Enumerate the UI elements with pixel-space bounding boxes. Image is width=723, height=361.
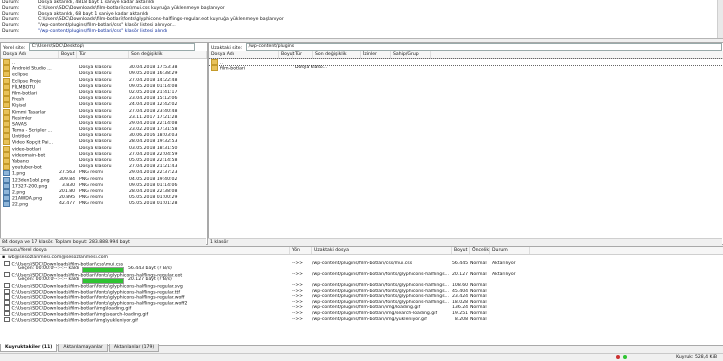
queue-local-path: C:\Users\SDC\Downloads\film-botlari\img\… [11, 317, 138, 323]
log-message: "/wp-content/plugins/film-botlari/css" k… [38, 23, 176, 29]
file-name: 22.png [12, 202, 29, 208]
folder-icon [3, 96, 10, 103]
folder-icon [3, 145, 10, 152]
remote-col-name[interactable]: Dosya Adı [209, 51, 279, 58]
remote-path-input[interactable]: /wp-content/plugins [245, 43, 722, 51]
file-icon [4, 316, 10, 323]
folder-icon [3, 89, 10, 96]
file-name: film-botlari [220, 66, 246, 72]
image-file-icon [3, 188, 10, 195]
local-file-list: .. Android Studio ... Dosya klasörü 30.04.2… [1, 59, 207, 229]
image-file-icon [3, 176, 10, 183]
remote-file-list: .. film-botlari Dosya klasö... [209, 57, 723, 72]
local-file-row[interactable]: 22.png 42.477 PNG resmi 05.05.2018 01:01:28 [1, 201, 207, 208]
queue-priority: Normal [470, 316, 487, 322]
file-type: Dosya klasö... [295, 65, 327, 71]
folder-icon [3, 59, 10, 65]
folder-icon [3, 133, 10, 140]
transfer-queue: Sunucu/Yerel dosya Yön Uzaktaki dosya Bo… [0, 246, 723, 346]
image-file-icon [3, 195, 10, 202]
local-col-date[interactable]: Son değişiklik [129, 51, 207, 58]
remote-col-date[interactable]: Son değişiklik [313, 51, 361, 58]
queue-col-status[interactable]: Durum [490, 247, 530, 254]
image-file-icon [3, 170, 10, 177]
folder-icon [3, 158, 10, 164]
queue-row[interactable]: C:\Users\SDC\Downloads\film-botlari\img\… [0, 316, 723, 323]
queue-direction: -->> [292, 316, 304, 322]
folder-icon [3, 127, 10, 134]
queue-col-priority[interactable]: Öncelik [470, 247, 490, 254]
image-file-icon [3, 182, 10, 189]
log-message: "/wp-content/plugins/film-botlari/css" k… [38, 28, 168, 34]
queue-col-size[interactable]: Boyut [452, 247, 470, 254]
local-col-size[interactable]: Boyut [59, 51, 77, 58]
remote-col-owner[interactable]: Sahip/Grup [391, 51, 431, 58]
folder-icon [3, 120, 10, 127]
folder-icon [3, 71, 10, 78]
remote-file-row[interactable]: film-botlari Dosya klasö... [209, 65, 723, 72]
file-size: 42.477 [59, 201, 75, 207]
local-col-type[interactable]: Tür [77, 51, 129, 58]
tab-successful[interactable]: Aktarılanlar (179) [108, 344, 160, 352]
remote-pane: Uzaktaki site: /wp-content/plugins Dosya… [208, 42, 723, 245]
folder-icon [3, 77, 10, 84]
tab-queued[interactable]: Kuyruktakiler (11) [0, 344, 58, 352]
remote-file-header: Dosya Adı Boyut Tür Son değişiklik İzinl… [209, 51, 723, 59]
queue-col-remote[interactable]: Uzaktaki dosya [312, 247, 452, 254]
queue-tabs: Kuyruktakiler (11) Aktarılamayanlar Aktarı… [0, 344, 160, 352]
message-log: Durum: Dosya aktarıldı, 4818 bayt 1 saniy… [0, 0, 723, 39]
log-message: Dosya aktarıldı, 68 bayt 1 saniye kadar … [38, 11, 149, 17]
status-light-icon [616, 355, 620, 359]
folder-icon [3, 114, 10, 121]
file-type: PNG resmi [79, 201, 103, 207]
queue-header: Sunucu/Yerel dosya Yön Uzaktaki dosya Bo… [0, 247, 723, 255]
remote-site-bar: Uzaktaki site: /wp-content/plugins [209, 43, 723, 51]
file-date: 05.05.2018 01:01:28 [129, 201, 178, 207]
log-label: Durum: [2, 28, 20, 34]
tab-failed[interactable]: Aktarılamayanlar [58, 344, 108, 352]
log-message: Dosya aktarıldı, 4818 bayt 1 saniye kada… [38, 0, 155, 5]
queue-col-direction[interactable]: Yön [290, 247, 312, 254]
local-site-bar: Yerel site: C:\Users\SDC\Desktop\ [1, 43, 207, 51]
image-file-icon [3, 201, 10, 208]
queue-remote-path: /wp-content/plugins/film-botlari/img/yuk… [312, 316, 427, 322]
remote-col-perms[interactable]: İzinler [361, 51, 391, 58]
local-file-header: Dosya Adı Boyut Tür Son değişiklik [1, 51, 207, 59]
log-entry: Durum: "/wp-content/plugins/film-botlari/… [0, 29, 723, 35]
log-message: C:\Users\SDC\Downloads\film-botlari\font… [38, 17, 284, 23]
folder-icon [211, 59, 218, 65]
log-message: C:\Users\SDC\Downloads\film-botlari\css\… [38, 5, 225, 11]
folder-icon [3, 151, 10, 158]
queue-col-local[interactable]: Sunucu/Yerel dosya [0, 247, 290, 254]
folder-icon [3, 108, 10, 115]
folder-icon [211, 65, 218, 72]
queue-size: 8.208 [454, 316, 468, 322]
folder-icon [3, 65, 10, 72]
folder-icon [3, 83, 10, 90]
remote-col-size[interactable]: Boyut [279, 51, 294, 58]
folder-icon [3, 164, 10, 171]
folder-icon [3, 102, 10, 109]
remote-col-type[interactable]: Tür [293, 51, 313, 58]
local-path-input[interactable]: C:\Users\SDC\Desktop\ [28, 43, 195, 51]
local-pane: Yerel site: C:\Users\SDC\Desktop\ Dosya … [0, 42, 208, 245]
status-light-icon [623, 355, 627, 359]
local-col-name[interactable]: Dosya Adı [1, 51, 59, 58]
folder-icon [3, 139, 10, 146]
log-scrollbar[interactable] [717, 0, 723, 38]
